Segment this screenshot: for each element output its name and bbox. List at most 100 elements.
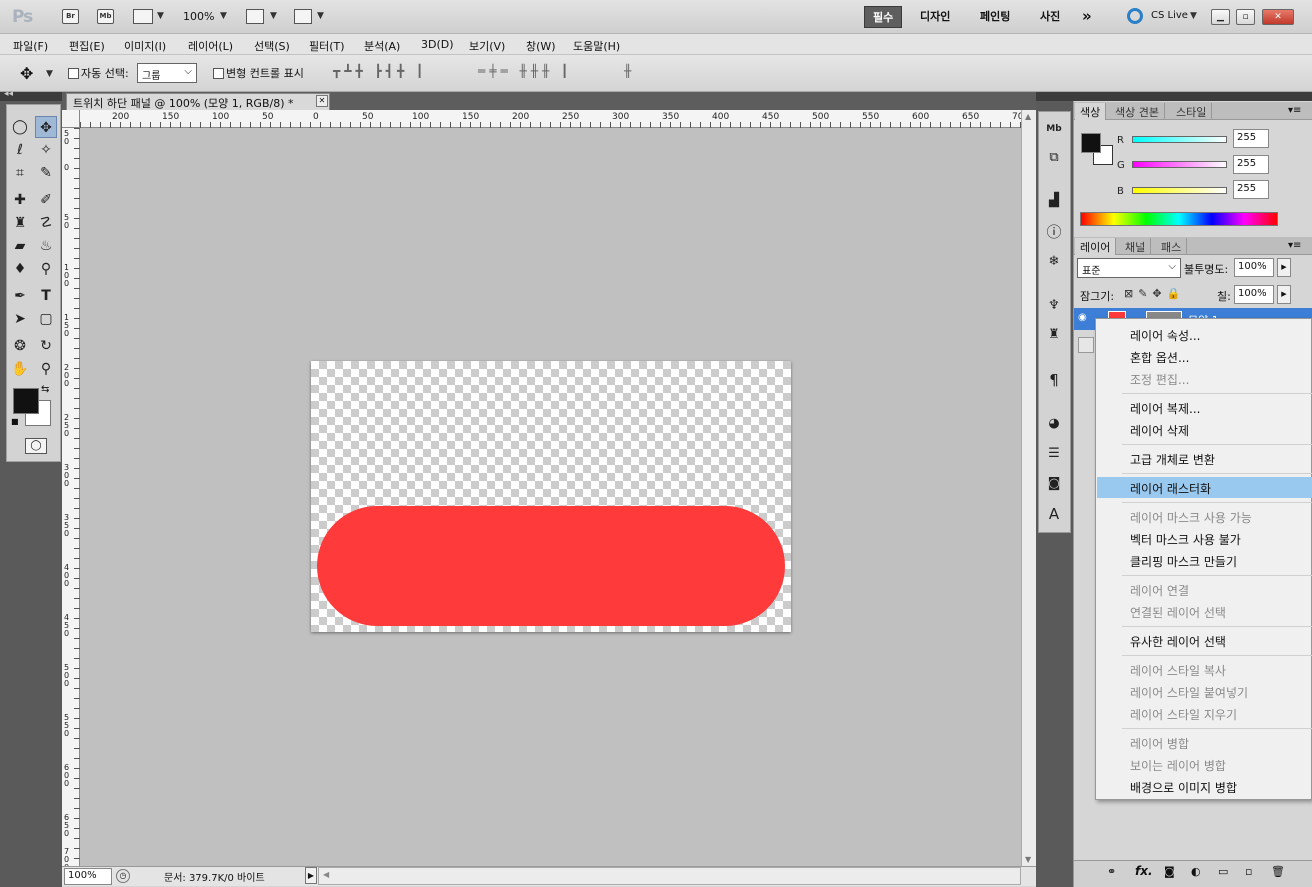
dodge-tool-icon[interactable]: ⚲ [35,258,57,280]
chevron-down-icon[interactable]: ▼ [46,69,53,79]
lasso-tool-icon[interactable]: ℓ [9,139,31,161]
chevron-down-icon[interactable]: ▼ [220,11,227,21]
link-layers-icon[interactable]: ⚭ [1107,865,1116,878]
menu-edit[interactable]: 편집(E) [69,38,105,54]
show-transform-controls-checkbox[interactable]: 변형 컨트롤 표시 [213,65,304,81]
mini-bridge-icon[interactable]: Mb [1043,118,1065,140]
color-panel-foreground-swatch[interactable] [1081,133,1101,153]
panel-menu-icon[interactable]: ▾≡ [1288,105,1301,116]
rounded-rectangle-shape[interactable] [317,506,785,626]
add-layer-style-icon[interactable]: fx. [1135,864,1153,878]
more-workspaces-button[interactable]: » [1082,7,1092,25]
menu-item-rasterize-layer[interactable]: 레이어 래스터화 [1130,480,1211,497]
menu-help[interactable]: 도움말(H) [573,38,620,54]
document-canvas[interactable] [311,361,791,632]
new-layer-icon[interactable]: ▫ [1245,865,1252,878]
paragraph-icon[interactable]: ¶ [1043,369,1065,391]
screen-mode-button[interactable] [294,9,312,24]
auto-select-dropdown[interactable]: 그룹 ⌵ [137,63,197,83]
channel-b-input[interactable]: 255 [1233,180,1269,199]
magic-wand-tool-icon[interactable]: ✧ [35,139,57,161]
distribute-buttons-group[interactable]: ═╪═ ╫╫╫ ┃ [478,64,572,78]
channel-r-input[interactable]: 255 [1233,129,1269,148]
menu-item-select-linked-layers[interactable]: 연결된 레이어 선택 [1130,604,1226,621]
add-mask-icon[interactable]: ◙ [1164,865,1175,878]
brush-tool-icon[interactable]: ✐ [35,189,57,211]
cs-live-button[interactable]: CS Live [1151,10,1188,21]
blend-mode-dropdown[interactable]: 표준 ⌵ [1077,258,1181,278]
crop-tool-icon[interactable]: ⌗ [9,162,31,184]
menu-item-edit-adjustment[interactable]: 조정 편집... [1130,371,1189,388]
eraser-tool-icon[interactable]: ▰ [9,235,31,257]
color-spectrum-bar[interactable] [1080,212,1278,226]
tab-color[interactable]: 색상 [1075,103,1107,120]
menu-item-paste-layer-style[interactable]: 레이어 스타일 붙여넣기 [1130,684,1248,701]
menu-file[interactable]: 파일(F) [13,38,48,54]
info-icon[interactable]: ⓘ [1043,221,1065,243]
menu-item-merge-visible[interactable]: 보이는 레이어 병합 [1130,757,1226,774]
tab-paths[interactable]: 패스 [1156,238,1188,255]
masks-icon[interactable]: ☰ [1043,443,1065,465]
character-icon[interactable]: A [1043,503,1065,525]
menu-item-clear-layer-style[interactable]: 레이어 스타일 지우기 [1130,706,1237,723]
collapse-panels-bar[interactable] [1073,92,1312,101]
default-colors-icon[interactable]: ■ [11,417,19,426]
menu-item-merge-layers[interactable]: 레이어 병합 [1130,735,1189,752]
3d-panel-icon[interactable]: ◙ [1043,473,1065,495]
mini-bridge-button[interactable]: Mb [97,9,114,24]
collapse-dock-bar[interactable] [1036,92,1073,101]
foreground-color-swatch[interactable] [13,388,39,414]
panel-menu-icon[interactable]: ▾≡ [1288,240,1301,251]
healing-brush-tool-icon[interactable]: ✚ [9,189,31,211]
clone-stamp-tool-icon[interactable]: ♜ [9,212,31,234]
vertical-scrollbar[interactable]: ▲ ▼ [1021,110,1036,866]
adjustments-icon[interactable]: ◕ [1043,413,1065,435]
navigator-icon[interactable]: ❄ [1043,251,1065,273]
close-document-icon[interactable]: ✕ [316,95,328,107]
channel-b-slider[interactable] [1132,187,1227,194]
workspace-essentials[interactable]: 필수 [864,6,903,28]
new-adjustment-layer-icon[interactable]: ◐ [1191,865,1201,878]
collapse-tools-bar[interactable]: ◂◂ [0,89,62,101]
status-menu-arrow-icon[interactable]: ▶ [305,867,317,884]
horizontal-scrollbar[interactable]: ◀ [318,867,1021,885]
history-brush-tool-icon[interactable]: ☡ [35,212,57,234]
menu-item-disable-vector-mask[interactable]: 벡터 마스크 사용 불가 [1130,531,1241,548]
fill-input[interactable]: 100% [1234,285,1274,304]
menu-analysis[interactable]: 분석(A) [364,38,400,54]
blur-tool-icon[interactable]: ♦ [9,258,31,280]
menu-view[interactable]: 보기(V) [469,38,505,54]
auto-select-checkbox[interactable]: 자동 선택: [68,65,129,81]
histogram-icon[interactable]: ▟ [1043,190,1065,212]
menu-item-blending-options[interactable]: 혼합 옵션... [1130,349,1189,366]
marquee-tool-icon[interactable]: ◯ [9,116,31,138]
menu-item-select-similar-layers[interactable]: 유사한 레이어 선택 [1130,633,1226,650]
workspace-painting[interactable]: 페인팅 [972,6,1018,28]
tab-channels[interactable]: 채널 [1120,238,1152,255]
fill-slider-arrow-icon[interactable]: ▶ [1277,285,1291,304]
menu-item-layer-properties[interactable]: 레이어 속성... [1130,327,1200,344]
menu-filter[interactable]: 필터(T) [309,38,345,54]
menu-window[interactable]: 창(W) [526,38,556,54]
3d-rotate-tool-icon[interactable]: ❂ [9,335,31,357]
history-icon[interactable]: ⧉ [1043,147,1065,169]
channel-g-input[interactable]: 255 [1233,155,1269,174]
align-buttons-group[interactable]: ┳┻╋ ┣┫╋ ┃ [333,64,427,78]
menu-item-create-clipping-mask[interactable]: 클리핑 마스크 만들기 [1130,553,1237,570]
menu-item-enable-layer-mask[interactable]: 레이어 마스크 사용 가능 [1130,509,1252,526]
channel-r-slider[interactable] [1132,136,1227,143]
bridge-button[interactable]: Br [62,9,79,24]
chevron-down-icon[interactable]: ▼ [1190,11,1197,21]
zoom-tool-icon[interactable]: ⚲ [35,358,57,380]
move-tool-icon[interactable]: ✥ [35,116,57,138]
paint-bucket-tool-icon[interactable]: ♨ [35,235,57,257]
channel-g-slider[interactable] [1132,161,1227,168]
shape-tool-icon[interactable]: ▢ [35,308,57,330]
3d-orbit-tool-icon[interactable]: ↻ [35,335,57,357]
menu-item-convert-to-smart-object[interactable]: 고급 개체로 변환 [1130,451,1215,468]
menu-layer[interactable]: 레이어(L) [188,38,233,54]
menu-item-delete-layer[interactable]: 레이어 삭제 [1130,422,1189,439]
maximize-button[interactable]: ▫ [1236,9,1255,25]
quick-mask-button[interactable]: ◯ [25,438,47,454]
pen-tool-icon[interactable]: ✒ [9,285,31,307]
